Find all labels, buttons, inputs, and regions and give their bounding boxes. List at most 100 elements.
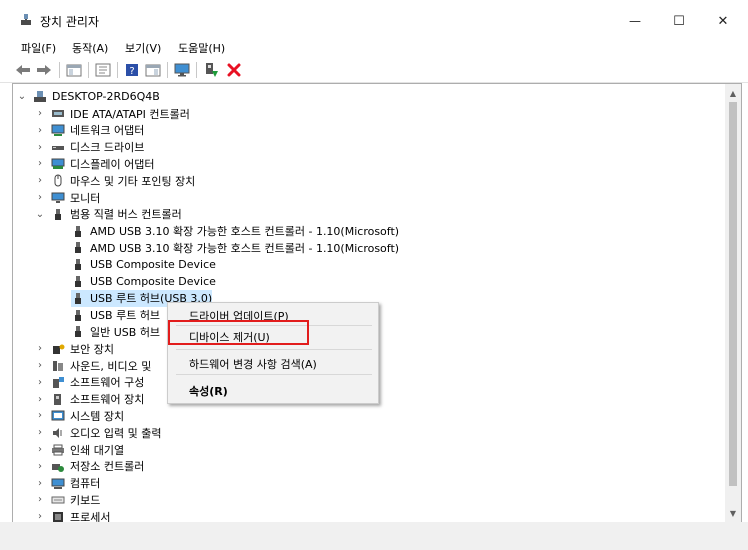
menu-scan-hardware[interactable]: 하드웨어 변경 사항 검색(A)	[189, 356, 317, 372]
tree-category[interactable]: 마우스 및 기타 포인팅 장치	[51, 172, 195, 189]
close-icon: ✕	[717, 13, 729, 29]
scrollbar-thumb[interactable]	[729, 102, 737, 486]
network-adapter-icon	[51, 124, 65, 136]
chevron-down-icon[interactable]: ⌄	[35, 206, 45, 223]
tree-category-label: 보안 장치	[70, 342, 114, 356]
sound-icon	[53, 361, 63, 371]
close-button[interactable]: ✕	[700, 8, 746, 34]
properties-icon[interactable]	[95, 62, 111, 78]
tree-category-label: IDE ATA/ATAPI 컨트롤러	[70, 107, 190, 121]
chevron-right-icon[interactable]: ›	[35, 105, 45, 122]
chevron-right-icon[interactable]: ›	[35, 441, 45, 458]
scroll-down-icon[interactable]: ▼	[725, 506, 741, 520]
tree-device[interactable]: AMD USB 3.10 확장 가능한 호스트 컨트롤러 - 1.10(Micr…	[71, 239, 399, 256]
chevron-right-icon[interactable]: ›	[35, 357, 45, 374]
tree-category[interactable]: 저장소 컨트롤러	[51, 458, 144, 475]
tree-category-label: 마우스 및 기타 포인팅 장치	[70, 174, 196, 188]
tree-category[interactable]: 프로세서	[51, 508, 110, 522]
usb-icon	[75, 292, 81, 304]
uninstall-device-icon[interactable]	[226, 62, 242, 78]
tree-category[interactable]: 범용 직렬 버스 컨트롤러	[51, 206, 182, 223]
keyboard-icon	[51, 496, 65, 504]
tree-category[interactable]: 컴퓨터	[51, 475, 100, 492]
tree-category-label: 오디오 입력 및 출력	[70, 426, 162, 440]
tree-category[interactable]: 디스크 드라이브	[51, 139, 144, 156]
chevron-right-icon[interactable]: ›	[35, 155, 45, 172]
tree-category-label: 소프트웨어 장치	[70, 393, 145, 407]
system-device-icon	[51, 410, 65, 421]
tree-category[interactable]: IDE ATA/ATAPI 컨트롤러	[51, 105, 190, 122]
chevron-right-icon[interactable]: ›	[35, 340, 45, 357]
tree-category[interactable]: 키보드	[51, 491, 100, 508]
tree-category[interactable]: 디스플레이 어댑터	[51, 155, 154, 172]
tree-device[interactable]: AMD USB 3.10 확장 가능한 호스트 컨트롤러 - 1.10(Micr…	[71, 223, 399, 240]
chevron-down-icon[interactable]: ⌄	[17, 88, 27, 105]
chevron-right-icon[interactable]: ›	[35, 458, 45, 475]
usb-icon	[75, 309, 81, 321]
chevron-right-icon[interactable]: ›	[35, 139, 45, 156]
computer-icon	[51, 478, 65, 489]
usb-icon	[75, 326, 81, 338]
usb-icon	[75, 225, 81, 237]
toolbar-separator	[167, 62, 168, 78]
chevron-right-icon[interactable]: ›	[35, 189, 45, 206]
chevron-right-icon[interactable]: ›	[35, 508, 45, 522]
menu-properties[interactable]: 속성(R)	[189, 383, 228, 399]
action-pane-icon[interactable]	[145, 62, 161, 78]
chevron-right-icon[interactable]: ›	[35, 491, 45, 508]
ide-controller-icon	[52, 110, 64, 117]
tree-category[interactable]: 네트워크 어댑터	[51, 122, 144, 139]
monitor-icon[interactable]	[174, 62, 190, 78]
menu-help[interactable]: 도움말(H)	[178, 40, 225, 56]
menu-file[interactable]: 파일(F)	[21, 40, 56, 56]
usb-icon	[75, 276, 81, 287]
usb-icon	[75, 242, 81, 254]
chevron-right-icon[interactable]: ›	[35, 122, 45, 139]
tree-category[interactable]: 오디오 입력 및 출력	[51, 424, 161, 441]
title-bar: 장치 관리자 — ☐ ✕	[0, 0, 748, 38]
update-driver-icon[interactable]	[203, 62, 219, 78]
tree-device[interactable]: USB 루트 허브	[71, 307, 160, 324]
disk-drive-icon	[52, 145, 64, 150]
context-menu: 드라이버 업데이트(P) 디바이스 제거(U) 하드웨어 변경 사항 검색(A)…	[167, 302, 379, 404]
help-icon[interactable]: ?	[124, 62, 140, 78]
minimize-button[interactable]: —	[612, 8, 658, 34]
tree-category-label: 디스플레이 어댑터	[70, 157, 155, 171]
chevron-right-icon[interactable]: ›	[35, 475, 45, 492]
tree-device[interactable]: 일반 USB 허브	[71, 323, 160, 340]
tree-category[interactable]: 소프트웨어 장치	[51, 391, 144, 408]
chevron-right-icon[interactable]: ›	[35, 374, 45, 391]
forward-icon[interactable]	[36, 62, 52, 78]
scroll-up-icon[interactable]: ▲	[725, 86, 741, 100]
vertical-scrollbar[interactable]: ▲ ▼	[725, 83, 742, 523]
tree-category-label: 범용 직렬 버스 컨트롤러	[70, 208, 182, 222]
tree-category[interactable]: 시스템 장치	[51, 407, 124, 424]
maximize-button[interactable]: ☐	[656, 8, 702, 34]
back-icon[interactable]	[15, 62, 31, 78]
security-device-icon	[53, 344, 65, 355]
highlight-box	[168, 320, 309, 345]
minimize-icon: —	[629, 14, 641, 28]
toolbar-separator	[59, 62, 60, 78]
tree-category[interactable]: 인쇄 대기열	[51, 441, 124, 458]
menu-bar: 파일(F) 동작(A) 보기(V) 도움말(H)	[0, 38, 748, 58]
tree-category[interactable]: 소프트웨어 구성	[51, 374, 144, 391]
chevron-right-icon[interactable]: ›	[35, 172, 45, 189]
chevron-right-icon[interactable]: ›	[35, 391, 45, 408]
toolbar: ?	[0, 58, 748, 83]
menu-action[interactable]: 동작(A)	[72, 40, 108, 56]
chevron-right-icon[interactable]: ›	[35, 407, 45, 424]
tree-category[interactable]: 모니터	[51, 189, 100, 206]
tree-device[interactable]: USB Composite Device	[71, 256, 216, 273]
tree-device[interactable]: USB Composite Device	[71, 273, 216, 290]
chevron-right-icon[interactable]: ›	[35, 424, 45, 441]
tree-category-label: 사운드, 비디오 및	[70, 359, 152, 373]
tree-device-label: AMD USB 3.10 확장 가능한 호스트 컨트롤러 - 1.10(Micr…	[90, 225, 400, 239]
tree-category[interactable]: 사운드, 비디오 및	[51, 357, 151, 374]
show-hide-console-tree-icon[interactable]	[66, 62, 82, 78]
menu-view[interactable]: 보기(V)	[125, 40, 161, 56]
tree-category[interactable]: 보안 장치	[51, 340, 114, 357]
tree-root[interactable]: DESKTOP-2RD6Q4B	[33, 88, 160, 105]
usb-icon	[55, 208, 61, 220]
computer-root-icon	[34, 91, 46, 102]
